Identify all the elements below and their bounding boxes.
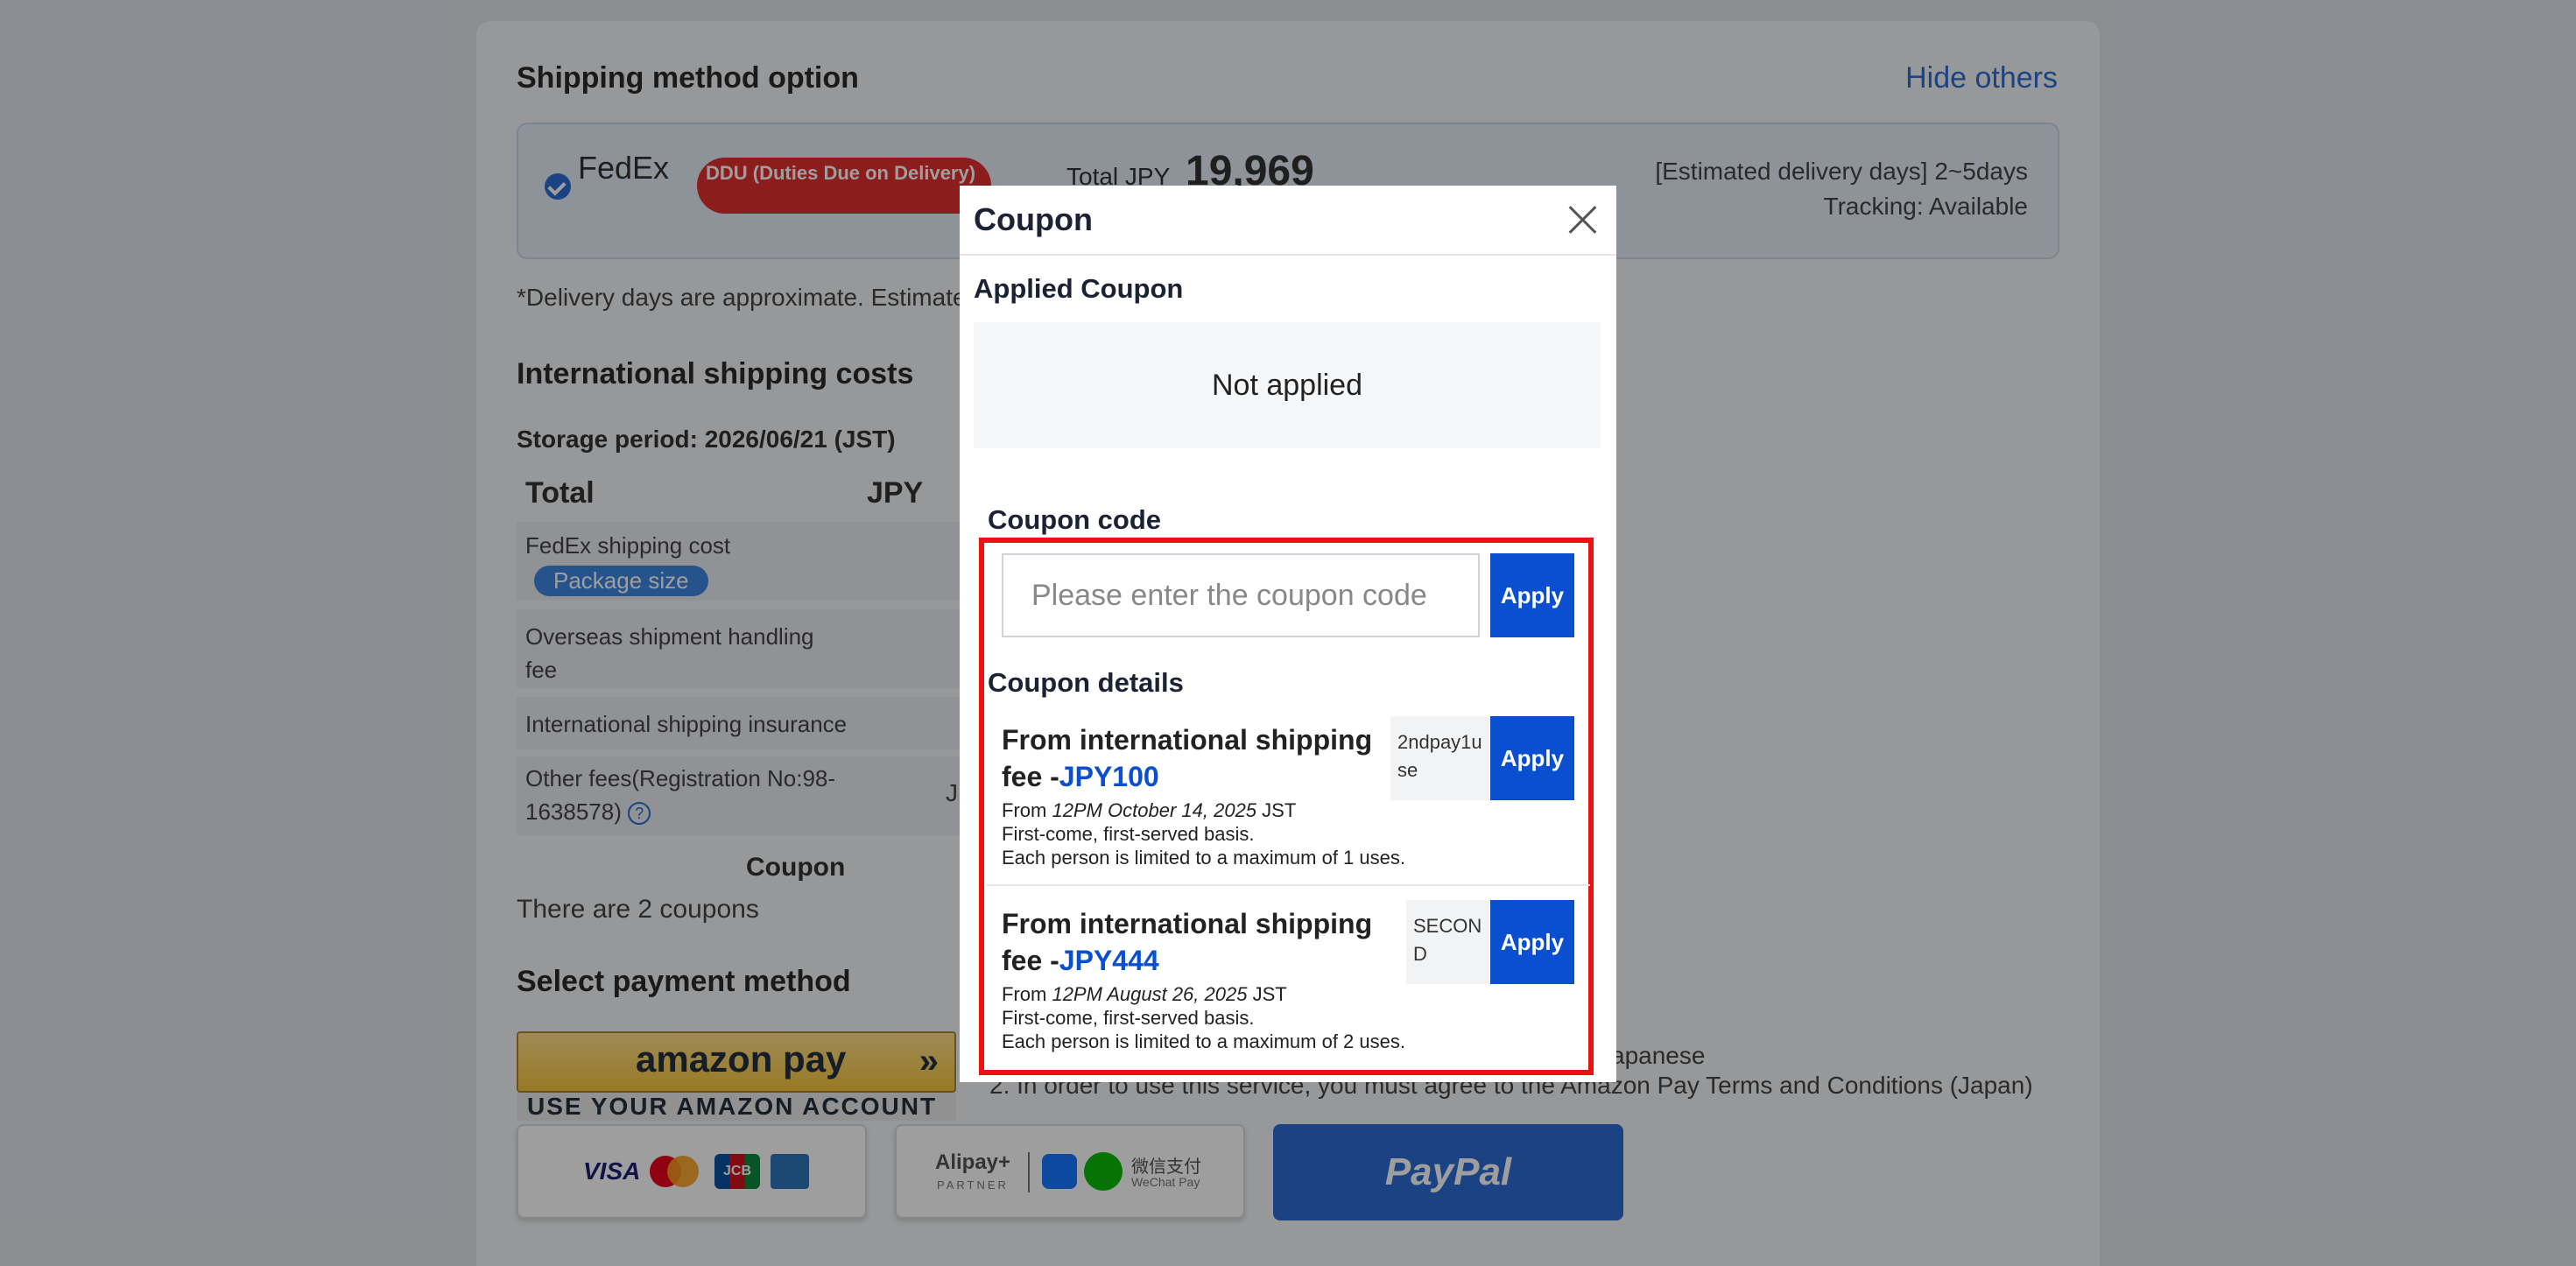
apply-code-button[interactable]: Apply xyxy=(1490,553,1574,637)
coupon-from-time: 12PM October 14, 2025 xyxy=(1052,799,1257,821)
coupon-modal: Coupon Applied Coupon Not applied Coupon… xyxy=(960,186,1616,1082)
coupon-timezone: JST xyxy=(1262,799,1297,821)
divider xyxy=(986,884,1590,886)
coupon-code-input[interactable] xyxy=(1002,553,1480,637)
coupon-from-label: From xyxy=(1002,799,1047,821)
coupon-limit: Each person is limited to a maximum of 2… xyxy=(1002,1030,1405,1052)
apply-coupon-button[interactable]: Apply xyxy=(1490,900,1574,984)
coupon-details-title: Coupon details xyxy=(988,667,1184,698)
coupon-title: From international shipping fee -JPY444 xyxy=(1002,905,1378,979)
coupon-basis: First-come, first-served basis. xyxy=(1002,1007,1255,1029)
coupon-code-title: Coupon code xyxy=(988,504,1162,535)
coupon-validity: From 12PM August 26, 2025 JST xyxy=(1002,982,1287,1006)
coupon-timezone: JST xyxy=(1252,983,1287,1005)
coupon-amount: JPY444 xyxy=(1059,945,1159,976)
modal-header: Coupon xyxy=(960,186,1616,256)
modal-title: Coupon xyxy=(974,201,1093,237)
coupon-title-prefix: From international shipping fee - xyxy=(1002,908,1373,976)
coupon-code-chip: 2ndpay1use xyxy=(1390,716,1490,800)
coupon-title-prefix: From international shipping fee - xyxy=(1002,724,1373,792)
close-icon[interactable] xyxy=(1567,205,1597,235)
coupon-from-time: 12PM August 26, 2025 xyxy=(1052,983,1248,1005)
coupon-basis: First-come, first-served basis. xyxy=(1002,823,1255,845)
coupon-code-chip: SECOND xyxy=(1406,900,1490,984)
apply-coupon-button[interactable]: Apply xyxy=(1490,716,1574,800)
applied-coupon-title: Applied Coupon xyxy=(974,273,1184,304)
coupon-from-label: From xyxy=(1002,983,1047,1005)
coupon-limit: Each person is limited to a maximum of 1… xyxy=(1002,847,1405,869)
applied-coupon-status: Not applied xyxy=(974,322,1601,448)
coupon-amount: JPY100 xyxy=(1059,761,1159,792)
coupon-title: From international shipping fee -JPY100 xyxy=(1002,721,1378,795)
coupon-validity: From 12PM October 14, 2025 JST xyxy=(1002,798,1296,822)
